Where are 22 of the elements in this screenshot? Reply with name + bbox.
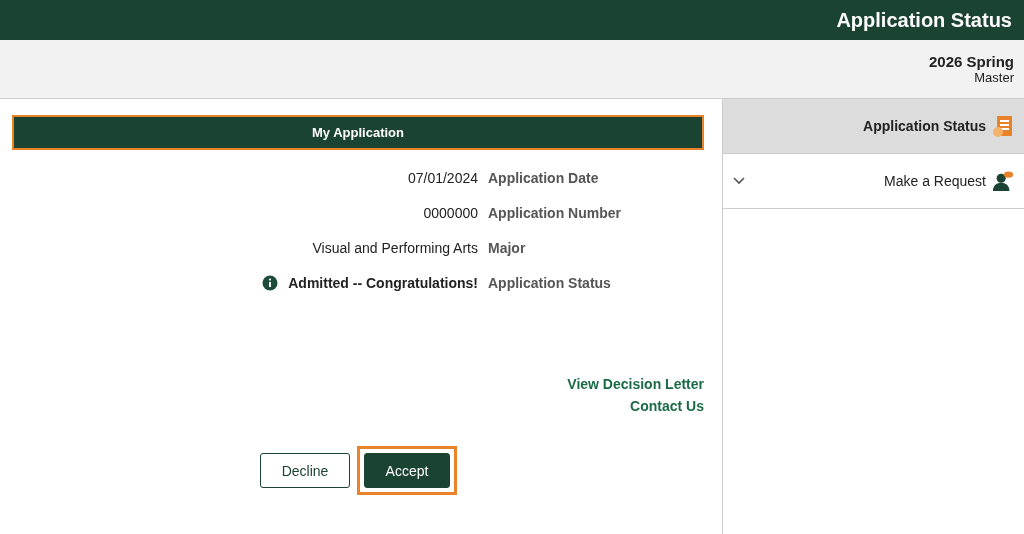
- person-icon: [992, 169, 1014, 193]
- sidebar-item[interactable]: Application Status: [723, 99, 1024, 154]
- page-title: Application Status: [836, 8, 1012, 32]
- field-label: Application Status: [488, 274, 612, 291]
- term-name: 2026 Spring: [928, 53, 1014, 70]
- action-button[interactable]: Accept: [364, 453, 450, 488]
- chevron-icon: [733, 177, 745, 185]
- career-label: Master: [974, 70, 1014, 85]
- sidebar-item[interactable]: Make a Request: [723, 154, 1024, 209]
- field-label: Application Date: [488, 169, 600, 186]
- info-icon[interactable]: [262, 274, 279, 291]
- field-label: Application Number: [488, 204, 622, 221]
- field-label: Major: [488, 239, 527, 256]
- action-button[interactable]: Decline: [260, 453, 350, 488]
- link[interactable]: View Decision Letter: [567, 376, 704, 392]
- field-value: Admitted -- Congratulations!: [287, 274, 478, 291]
- field-value: Visual and Performing Arts: [312, 239, 478, 256]
- link[interactable]: Contact Us: [630, 398, 704, 414]
- document-icon: [992, 114, 1014, 138]
- field-value: 0000000: [423, 204, 478, 221]
- panel-title: My Application: [312, 125, 404, 140]
- field-value: 07/01/2024: [407, 169, 478, 186]
